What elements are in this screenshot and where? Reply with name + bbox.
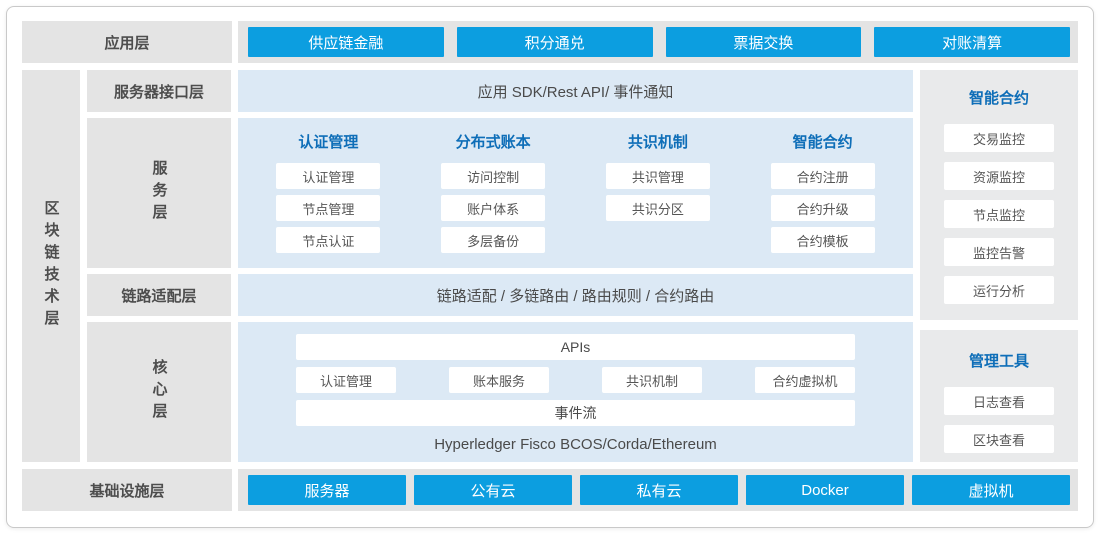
app-button: 积分通兑 — [457, 27, 653, 57]
core-layer-label-text: 核心层 — [149, 359, 170, 425]
service-item: 共识管理 — [606, 163, 710, 189]
service-item: 合约模板 — [771, 227, 875, 253]
management-tools-panel: 管理工具 日志查看 区块查看 — [920, 330, 1078, 462]
service-item: 账户体系 — [441, 195, 545, 221]
service-item: 合约升级 — [771, 195, 875, 221]
monitor-item: 监控告警 — [944, 238, 1054, 266]
tech-layer-bar: 区块链技术层 — [22, 70, 80, 462]
service-layer-label: 服务层 — [87, 118, 231, 268]
infra-button: 服务器 — [248, 475, 406, 505]
infra-button: Docker — [746, 475, 904, 505]
service-item: 认证管理 — [276, 163, 380, 189]
tech-layer-label: 区块链技术层 — [41, 200, 62, 332]
core-layer-panel: APIs 认证管理 账本服务 共识机制 合约虚拟机 事件流 Hyperledge… — [238, 322, 913, 462]
service-column-header: 共识机制 — [628, 131, 688, 152]
link-layer-label: 链路适配层 — [87, 274, 231, 316]
application-layer-row: 应用层 供应链金融 积分通兑 票据交换 对账清算 — [22, 21, 1078, 63]
layer-content-column: 应用 SDK/Rest API/ 事件通知 认证管理 认证管理 节点管理 节点认… — [238, 70, 913, 462]
interface-layer-label: 服务器接口层 — [87, 70, 231, 112]
event-stream-bar: 事件流 — [296, 400, 855, 426]
smart-contract-panel-title: 智能合约 — [969, 87, 1029, 108]
architecture-diagram: 应用层 供应链金融 积分通兑 票据交换 对账清算 区块链技术层 服务器接口层 服… — [6, 6, 1094, 528]
service-column-header: 分布式账本 — [456, 131, 531, 152]
core-module: 账本服务 — [449, 367, 549, 393]
service-item: 多层备份 — [441, 227, 545, 253]
interface-layer-content: 应用 SDK/Rest API/ 事件通知 — [238, 70, 913, 112]
service-item: 共识分区 — [606, 195, 710, 221]
smart-contract-panel: 智能合约 交易监控 资源监控 节点监控 监控告警 运行分析 — [920, 70, 1078, 320]
app-button: 供应链金融 — [248, 27, 444, 57]
service-layer-label-text: 服务层 — [149, 160, 170, 226]
tool-item: 日志查看 — [944, 387, 1054, 415]
core-module: 合约虚拟机 — [755, 367, 855, 393]
service-column: 智能合约 合约注册 合约升级 合约模板 — [740, 131, 905, 260]
service-column: 认证管理 认证管理 节点管理 节点认证 — [246, 131, 411, 260]
blockchain-tech-region: 区块链技术层 服务器接口层 服务层 链路适配层 核心层 应用 SDK/Rest … — [22, 70, 1078, 462]
service-item: 节点认证 — [276, 227, 380, 253]
infrastructure-layer-strip: 服务器 公有云 私有云 Docker 虚拟机 — [238, 469, 1078, 511]
service-column-header: 智能合约 — [793, 131, 853, 152]
infra-button: 公有云 — [414, 475, 572, 505]
core-module: 共识机制 — [602, 367, 702, 393]
service-item: 节点管理 — [276, 195, 380, 221]
application-layer-label: 应用层 — [22, 21, 232, 63]
service-item: 合约注册 — [771, 163, 875, 189]
platforms-text: Hyperledger Fisco BCOS/Corda/Ethereum — [296, 436, 855, 453]
monitor-item: 节点监控 — [944, 200, 1054, 228]
core-layer-label: 核心层 — [87, 322, 231, 462]
management-tools-panel-title: 管理工具 — [969, 350, 1029, 371]
service-item: 访问控制 — [441, 163, 545, 189]
apis-bar: APIs — [296, 334, 855, 360]
app-button: 票据交换 — [666, 27, 862, 57]
core-module: 认证管理 — [296, 367, 396, 393]
service-column-header: 认证管理 — [298, 131, 358, 152]
infra-button: 虚拟机 — [912, 475, 1070, 505]
infrastructure-layer-row: 基础设施层 服务器 公有云 私有云 Docker 虚拟机 — [22, 469, 1078, 511]
link-layer-content: 链路适配 / 多链路由 / 路由规则 / 合约路由 — [238, 274, 913, 316]
app-button: 对账清算 — [874, 27, 1070, 57]
right-panel-column: 智能合约 交易监控 资源监控 节点监控 监控告警 运行分析 管理工具 日志查看 … — [920, 70, 1078, 462]
monitor-item: 交易监控 — [944, 124, 1054, 152]
service-column: 分布式账本 访问控制 账户体系 多层备份 — [411, 131, 576, 260]
service-column: 共识机制 共识管理 共识分区 — [576, 131, 741, 260]
infra-button: 私有云 — [580, 475, 738, 505]
tool-item: 区块查看 — [944, 425, 1054, 453]
service-layer-panel: 认证管理 认证管理 节点管理 节点认证 分布式账本 访问控制 账户体系 多层备份… — [238, 118, 913, 268]
application-layer-strip: 供应链金融 积分通兑 票据交换 对账清算 — [238, 21, 1078, 63]
core-modules-row: 认证管理 账本服务 共识机制 合约虚拟机 — [296, 367, 855, 393]
infrastructure-layer-label: 基础设施层 — [22, 469, 232, 511]
monitor-item: 资源监控 — [944, 162, 1054, 190]
sublayer-label-column: 服务器接口层 服务层 链路适配层 核心层 — [87, 70, 231, 462]
monitor-item: 运行分析 — [944, 276, 1054, 304]
